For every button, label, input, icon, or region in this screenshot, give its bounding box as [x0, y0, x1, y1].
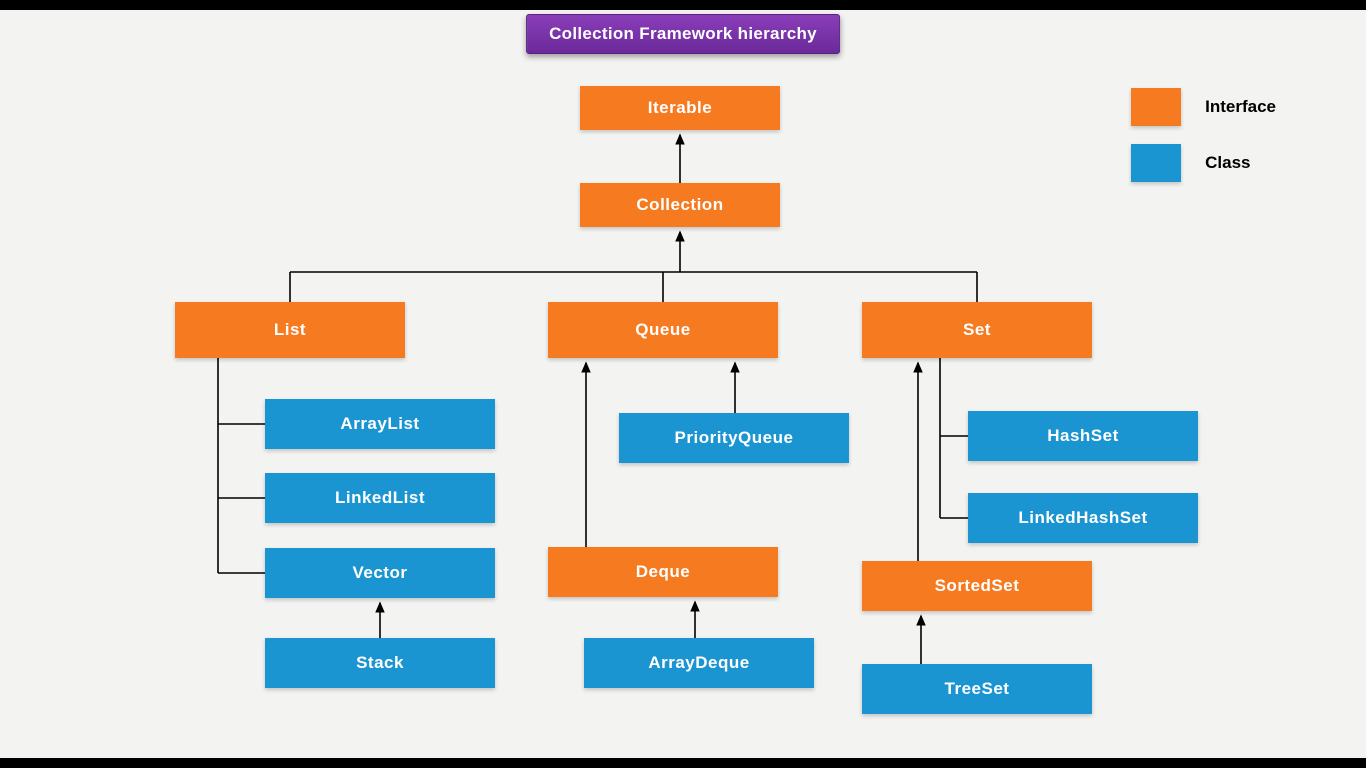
legend-swatch-class [1131, 144, 1181, 182]
node-iterable: Iterable [580, 86, 780, 130]
legend-label-interface: Interface [1205, 97, 1276, 117]
legend: Interface Class [1131, 88, 1276, 200]
node-deque: Deque [548, 547, 778, 597]
top-border [0, 0, 1366, 10]
node-list: List [175, 302, 405, 358]
node-set: Set [862, 302, 1092, 358]
node-priorityqueue: PriorityQueue [619, 413, 849, 463]
node-collection: Collection [580, 183, 780, 227]
bottom-border [0, 758, 1366, 768]
node-treeset: TreeSet [862, 664, 1092, 714]
node-arraylist: ArrayList [265, 399, 495, 449]
node-vector: Vector [265, 548, 495, 598]
node-stack: Stack [265, 638, 495, 688]
legend-label-class: Class [1205, 153, 1250, 173]
legend-swatch-interface [1131, 88, 1181, 126]
legend-row-class: Class [1131, 144, 1276, 182]
node-linkedhashset: LinkedHashSet [968, 493, 1198, 543]
node-linkedlist: LinkedList [265, 473, 495, 523]
node-queue: Queue [548, 302, 778, 358]
node-arraydeque: ArrayDeque [584, 638, 814, 688]
legend-row-interface: Interface [1131, 88, 1276, 126]
node-sortedset: SortedSet [862, 561, 1092, 611]
node-hashset: HashSet [968, 411, 1198, 461]
diagram-title: Collection Framework hierarchy [526, 14, 840, 54]
